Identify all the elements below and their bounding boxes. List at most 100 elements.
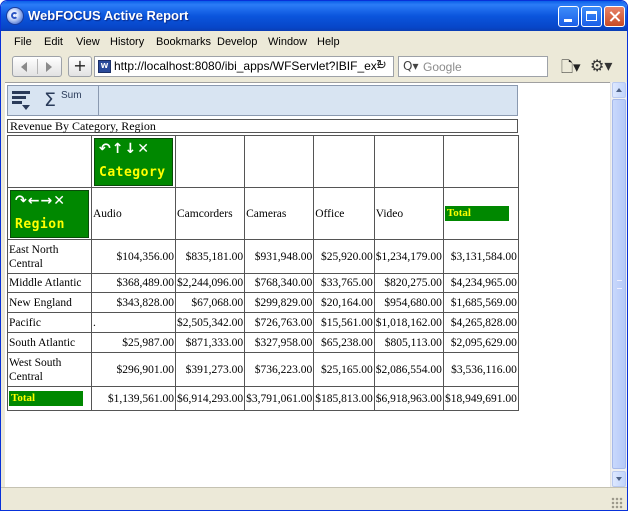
column-header[interactable]: Office bbox=[313, 187, 375, 240]
region-cell[interactable]: Pacific bbox=[7, 312, 92, 333]
category-header-row: ↶↑↓✕ Category bbox=[7, 135, 519, 188]
row-total-cell: $4,234,965.00 bbox=[442, 273, 519, 293]
column-header[interactable]: Camcorders bbox=[174, 187, 246, 240]
value-cell: $25,987.00 bbox=[91, 332, 176, 353]
vertical-scrollbar[interactable] bbox=[610, 82, 627, 487]
scroll-up-icon[interactable] bbox=[612, 82, 626, 98]
region-cell[interactable]: East North Central bbox=[7, 239, 92, 274]
column-header-row: ↷←→✕ Region Audio Camcorders Cameras Off… bbox=[7, 187, 519, 240]
report-table: ↶↑↓✕ Category ↷←→✕ Region Audio Camcorde… bbox=[7, 135, 519, 411]
category-dimension-icons[interactable]: ↶↑↓✕ bbox=[99, 141, 150, 157]
region-dimension-label[interactable]: Region bbox=[15, 217, 65, 232]
nav-divider bbox=[37, 59, 38, 74]
menu-view[interactable]: View bbox=[76, 36, 100, 48]
category-dimension-cell: ↶↑↓✕ Category bbox=[91, 135, 176, 188]
corner-cell bbox=[7, 135, 92, 188]
status-bar bbox=[1, 487, 627, 510]
value-cell: $2,086,554.00 bbox=[373, 352, 444, 387]
value-cell: $104,356.00 bbox=[91, 239, 176, 274]
sum-icon[interactable]: Σ bbox=[44, 89, 56, 111]
url-text[interactable]: http://localhost:8080/ibi_apps/WFServlet… bbox=[114, 59, 384, 73]
page-content: Σ Sum Revenue By Category, Region ↶↑↓✕ C… bbox=[5, 82, 610, 488]
column-header[interactable]: Audio bbox=[91, 187, 176, 240]
category-dimension-control[interactable]: ↶↑↓✕ Category bbox=[94, 138, 173, 186]
value-cell: $736,223.00 bbox=[244, 352, 315, 387]
region-dimension-control[interactable]: ↷←→✕ Region bbox=[10, 190, 89, 238]
minimize-button[interactable] bbox=[558, 6, 579, 27]
value-cell: $25,165.00 bbox=[313, 352, 375, 387]
window-title: WebFOCUS Active Report bbox=[28, 8, 189, 23]
empty-header-cell bbox=[244, 135, 315, 188]
menu-develop[interactable]: Develop bbox=[217, 36, 257, 48]
total-row-header[interactable]: Total bbox=[7, 386, 92, 411]
browser-window: WebFOCUS Active Report File Edit View Hi… bbox=[0, 0, 628, 511]
menu-edit[interactable]: Edit bbox=[44, 36, 63, 48]
add-bookmark-button[interactable]: + bbox=[68, 56, 92, 77]
value-cell: $954,680.00 bbox=[373, 292, 444, 313]
search-bar[interactable]: Q▾ Google bbox=[398, 56, 548, 77]
tools-gear-icon[interactable]: ⚙▾ bbox=[590, 56, 616, 76]
maximize-button[interactable] bbox=[581, 6, 602, 27]
region-cell[interactable]: West South Central bbox=[7, 352, 92, 387]
menu-bookmarks[interactable]: Bookmarks bbox=[156, 36, 211, 48]
site-favicon-icon: W bbox=[98, 60, 111, 73]
search-engine-icon[interactable]: Q▾ bbox=[403, 59, 418, 73]
value-cell: $65,238.00 bbox=[313, 332, 375, 353]
grand-total-cell: $185,813.00 bbox=[313, 386, 375, 411]
grand-total-cell: $3,791,061.00 bbox=[244, 386, 315, 411]
region-cell[interactable]: South Atlantic bbox=[7, 332, 92, 353]
value-cell: $931,948.00 bbox=[244, 239, 315, 274]
value-cell: $726,763.00 bbox=[244, 312, 315, 333]
column-header[interactable]: Cameras bbox=[244, 187, 315, 240]
scroll-down-icon[interactable] bbox=[612, 471, 626, 487]
menu-help[interactable]: Help bbox=[317, 36, 340, 48]
region-cell[interactable]: New England bbox=[7, 292, 92, 313]
report-toolbar: Σ Sum bbox=[7, 85, 518, 116]
empty-header-cell bbox=[373, 135, 444, 188]
region-cell[interactable]: Middle Atlantic bbox=[7, 273, 92, 293]
value-cell: $343,828.00 bbox=[91, 292, 176, 313]
forward-arrow-icon[interactable] bbox=[46, 62, 52, 72]
menu-window[interactable]: Window bbox=[268, 36, 307, 48]
value-cell: $1,018,162.00 bbox=[373, 312, 444, 333]
region-dimension-icons[interactable]: ↷←→✕ bbox=[15, 193, 66, 209]
value-cell: $820,275.00 bbox=[373, 273, 444, 293]
back-arrow-icon[interactable] bbox=[21, 62, 27, 72]
row-total-cell: $2,095,629.00 bbox=[442, 332, 519, 353]
grand-total-cell: $18,949,691.00 bbox=[442, 386, 519, 411]
sort-icon[interactable] bbox=[12, 91, 32, 111]
reload-icon[interactable]: ↻ bbox=[376, 58, 387, 73]
report-title: Revenue By Category, Region bbox=[10, 119, 156, 133]
menu-file[interactable]: File bbox=[14, 36, 32, 48]
row-total-cell: $3,536,116.00 bbox=[442, 352, 519, 387]
empty-header-cell bbox=[442, 135, 519, 188]
value-cell: $2,244,096.00 bbox=[174, 273, 246, 293]
scroll-thumb[interactable] bbox=[612, 99, 626, 469]
value-cell: $768,340.00 bbox=[244, 273, 315, 293]
table-row: East North Central $104,356.00 $835,181.… bbox=[7, 239, 519, 274]
column-header[interactable]: Video bbox=[373, 187, 444, 240]
row-total-cell: $1,685,569.00 bbox=[442, 292, 519, 313]
title-bar[interactable]: WebFOCUS Active Report bbox=[1, 1, 627, 31]
app-icon bbox=[7, 8, 23, 24]
table-row: South Atlantic $25,987.00 $871,333.00 $3… bbox=[7, 332, 519, 353]
table-row: Middle Atlantic $368,489.00 $2,244,096.0… bbox=[7, 273, 519, 293]
address-bar[interactable]: W http://localhost:8080/ibi_apps/WFServl… bbox=[94, 56, 394, 77]
report-title-bar: Revenue By Category, Region bbox=[7, 119, 518, 133]
value-cell: $368,489.00 bbox=[91, 273, 176, 293]
grand-total-cell: $6,918,963.00 bbox=[373, 386, 444, 411]
category-dimension-label[interactable]: Category bbox=[99, 165, 166, 180]
close-button[interactable] bbox=[604, 6, 625, 27]
total-column-label: Total bbox=[444, 206, 509, 221]
value-cell: $835,181.00 bbox=[174, 239, 246, 274]
back-forward-group bbox=[12, 56, 62, 77]
value-cell: $299,829.00 bbox=[244, 292, 315, 313]
menu-history[interactable]: History bbox=[110, 36, 144, 48]
page-menu-icon[interactable]: 🗋▾ bbox=[561, 57, 587, 76]
resize-grip-icon[interactable] bbox=[611, 497, 623, 509]
row-total-cell: $3,131,584.00 bbox=[442, 239, 519, 274]
value-cell: $296,901.00 bbox=[91, 352, 176, 387]
sum-label[interactable]: Sum bbox=[61, 90, 82, 101]
value-cell: $33,765.00 bbox=[313, 273, 375, 293]
total-column-header[interactable]: Total bbox=[442, 187, 519, 240]
